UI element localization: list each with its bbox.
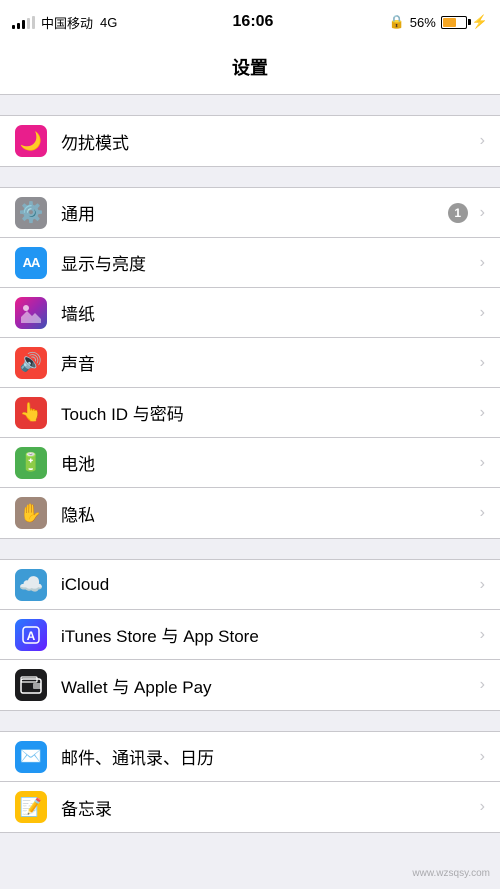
touchid-label: Touch ID 与密码 xyxy=(61,400,476,425)
touchid-chevron: › xyxy=(480,404,485,422)
battery-fill xyxy=(443,18,456,27)
battery-label: 电池 xyxy=(61,450,476,475)
display-label: 显示与亮度 xyxy=(61,250,476,275)
wallpaper-chevron: › xyxy=(480,304,485,322)
row-dnd[interactable]: 🌙 勿扰模式 › xyxy=(0,116,500,166)
battery-icon: 🔋 xyxy=(15,447,47,479)
section-dnd: 🌙 勿扰模式 › xyxy=(0,115,500,167)
wallet-svg xyxy=(20,676,42,694)
display-icon: AA xyxy=(15,247,47,279)
watermark: www.wzsqsy.com xyxy=(412,868,490,879)
mail-icon: ✉️ xyxy=(15,741,47,773)
icloud-chevron: › xyxy=(480,576,485,594)
status-left: 中国移动 4G xyxy=(12,13,117,32)
row-icloud[interactable]: ☁️ iCloud › xyxy=(0,560,500,610)
signal-bar-1 xyxy=(12,25,15,29)
row-wallpaper[interactable]: 墙纸 › xyxy=(0,288,500,338)
battery-percent: 56% xyxy=(410,15,436,30)
row-mail[interactable]: ✉️ 邮件、通讯录、日历 › xyxy=(0,732,500,782)
signal-bar-4 xyxy=(27,18,30,29)
row-notes[interactable]: 📝 备忘录 › xyxy=(0,782,500,832)
notes-chevron: › xyxy=(480,798,485,816)
section-accounts: ☁️ iCloud › A iTunes Store 与 App Store ›… xyxy=(0,559,500,711)
dnd-icon: 🌙 xyxy=(15,125,47,157)
section-display: ⚙️ 通用 1 › AA 显示与亮度 › 墙纸 › 🔊 声音 › 👆 Touch… xyxy=(0,187,500,539)
mail-chevron: › xyxy=(480,748,485,766)
itunes-label: iTunes Store 与 App Store xyxy=(61,622,476,647)
charge-icon: ⚡ xyxy=(472,14,488,30)
general-badge: 1 xyxy=(448,203,468,223)
wallet-label: Wallet 与 Apple Pay xyxy=(61,673,476,698)
itunes-chevron: › xyxy=(480,626,485,644)
wallpaper-svg xyxy=(21,303,41,323)
privacy-icon: ✋ xyxy=(15,497,47,529)
row-privacy[interactable]: ✋ 隐私 › xyxy=(0,488,500,538)
dnd-label: 勿扰模式 xyxy=(61,129,476,154)
signal-bar-2 xyxy=(17,23,20,29)
row-battery[interactable]: 🔋 电池 › xyxy=(0,438,500,488)
status-time: 16:06 xyxy=(233,13,274,31)
notes-label: 备忘录 xyxy=(61,795,476,820)
itunes-icon: A xyxy=(15,619,47,651)
touchid-icon: 👆 xyxy=(15,397,47,429)
wallet-icon xyxy=(15,669,47,701)
icloud-label: iCloud xyxy=(61,575,476,595)
section-apps: ✉️ 邮件、通讯录、日历 › 📝 备忘录 › xyxy=(0,731,500,833)
status-right: 🔒 56% ⚡ xyxy=(389,14,488,30)
signal-bar-3 xyxy=(22,20,25,29)
privacy-label: 隐私 xyxy=(61,501,476,526)
signal-bars xyxy=(12,16,35,29)
itunes-svg: A xyxy=(21,625,41,645)
sounds-label: 声音 xyxy=(61,350,476,375)
signal-bar-5 xyxy=(32,16,35,29)
notes-icon: 📝 xyxy=(15,791,47,823)
general-label: 通用 xyxy=(61,200,448,225)
dnd-chevron: › xyxy=(480,132,485,150)
row-sounds[interactable]: 🔊 声音 › xyxy=(0,338,500,388)
carrier-label: 中国移动 xyxy=(41,13,93,32)
wallpaper-label: 墙纸 xyxy=(61,300,476,325)
status-bar: 中国移动 4G 16:06 🔒 56% ⚡ xyxy=(0,0,500,44)
network-label: 4G xyxy=(100,15,117,30)
row-general[interactable]: ⚙️ 通用 1 › xyxy=(0,188,500,238)
row-touchid[interactable]: 👆 Touch ID 与密码 › xyxy=(0,388,500,438)
sounds-icon: 🔊 xyxy=(15,347,47,379)
lock-icon: 🔒 xyxy=(389,14,405,30)
svg-text:A: A xyxy=(27,629,36,643)
row-wallet[interactable]: Wallet 与 Apple Pay › xyxy=(0,660,500,710)
row-itunes[interactable]: A iTunes Store 与 App Store › xyxy=(0,610,500,660)
battery-indicator xyxy=(441,16,467,29)
wallet-chevron: › xyxy=(480,676,485,694)
row-display[interactable]: AA 显示与亮度 › xyxy=(0,238,500,288)
wallpaper-icon xyxy=(15,297,47,329)
sounds-chevron: › xyxy=(480,354,485,372)
general-chevron: › xyxy=(480,204,485,222)
page-title: 设置 xyxy=(0,44,500,95)
display-chevron: › xyxy=(480,254,485,272)
battery-chevron: › xyxy=(480,454,485,472)
general-icon: ⚙️ xyxy=(15,197,47,229)
mail-label: 邮件、通讯录、日历 xyxy=(61,744,476,769)
icloud-icon: ☁️ xyxy=(15,569,47,601)
privacy-chevron: › xyxy=(480,504,485,522)
